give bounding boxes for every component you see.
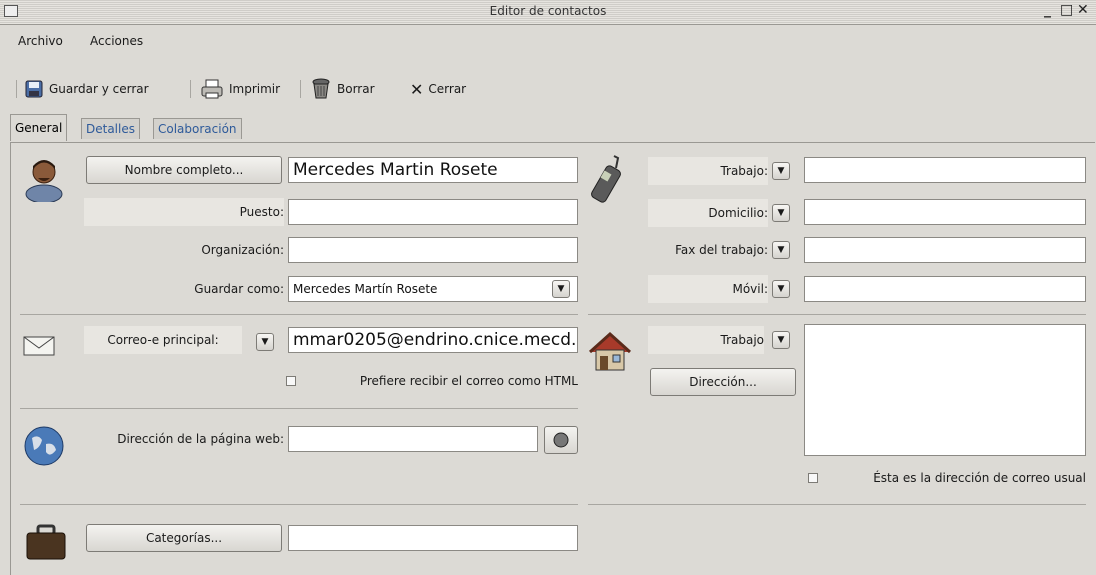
phone-movil-label: Móvil: [648, 275, 768, 303]
guardar-como-dropdown-icon[interactable]: ▼ [552, 280, 570, 298]
envelope-icon [23, 336, 55, 356]
address-button[interactable]: Dirección... [650, 368, 796, 396]
menu-acciones[interactable]: Acciones [90, 34, 143, 48]
phone-trabajo-label: Trabajo: [648, 157, 768, 185]
close-label: Cerrar [428, 82, 467, 96]
close-button[interactable]: ✕ Cerrar [410, 78, 466, 100]
web-label: Dirección de la página web: [117, 432, 284, 446]
web-field[interactable] [288, 426, 538, 452]
email-label: Correo-e principal: [84, 326, 242, 354]
save-close-button[interactable]: Guardar y cerrar [24, 78, 149, 100]
phone-domicilio-field[interactable] [804, 199, 1086, 225]
printer-icon [201, 79, 223, 99]
minimize-button[interactable]: _ [1044, 2, 1051, 18]
title-bar: Editor de contactos _ □ ✕ [0, 0, 1096, 25]
separator [20, 314, 578, 315]
print-button[interactable]: Imprimir [200, 78, 280, 100]
person-icon [25, 160, 63, 202]
trash-icon [312, 78, 330, 99]
organizacion-field[interactable] [288, 237, 578, 263]
floppy-icon [25, 80, 43, 98]
globe-small-icon [553, 432, 569, 448]
puesto-label: Puesto: [84, 198, 284, 226]
puesto-field[interactable] [288, 199, 578, 225]
email-field[interactable]: mmar0205@endrino.cnice.mecd.es [288, 327, 578, 353]
usual-address-label: Ésta es la dirección de correo usual [873, 471, 1086, 485]
save-close-label: Guardar y cerrar [49, 82, 149, 96]
separator [20, 408, 578, 409]
guardar-como-field[interactable]: Mercedes Martín Rosete [288, 276, 578, 302]
separator [588, 504, 1086, 505]
separator [20, 504, 578, 505]
phone-fax-label: Fax del trabajo: [675, 243, 768, 257]
phone-domicilio-label: Domicilio: [648, 199, 768, 227]
guardar-como-label: Guardar como: [194, 282, 284, 296]
close-x-icon: ✕ [410, 79, 424, 99]
toolbar-separator [16, 80, 17, 98]
menu-archivo[interactable]: Archivo [18, 34, 63, 48]
tab-colaboracion[interactable]: Colaboración [153, 118, 242, 139]
separator [588, 314, 1086, 315]
delete-label: Borrar [337, 82, 375, 96]
print-label: Imprimir [229, 82, 281, 96]
tab-general[interactable]: General [10, 114, 68, 141]
html-pref-checkbox[interactable] [286, 376, 296, 386]
organizacion-label: Organización: [201, 243, 284, 257]
toolbar: Guardar y cerrar Imprimir Borrar ✕ Cerra… [0, 74, 1096, 102]
phone-movil-dropdown-icon[interactable]: ▼ [772, 280, 790, 298]
phone-trabajo-field[interactable] [804, 157, 1086, 183]
phone-trabajo-dropdown-icon[interactable]: ▼ [772, 162, 790, 180]
mobile-phone-icon [591, 155, 621, 203]
toolbar-separator [190, 80, 191, 98]
house-icon [588, 331, 632, 371]
phone-movil-field[interactable] [804, 276, 1086, 302]
address-type-label: Trabajo [648, 326, 764, 354]
close-window-button[interactable]: ✕ [1077, 2, 1089, 18]
globe-icon [24, 426, 64, 466]
phone-domicilio-dropdown-icon[interactable]: ▼ [772, 204, 790, 222]
window-title: Editor de contactos [489, 4, 607, 18]
categories-field[interactable] [288, 525, 578, 551]
usual-address-checkbox[interactable] [808, 473, 818, 483]
tab-detalles[interactable]: Detalles [81, 118, 140, 139]
html-pref-label: Prefiere recibir el correo como HTML [359, 374, 578, 388]
address-textarea[interactable] [804, 324, 1086, 456]
toolbar-separator [300, 80, 301, 98]
email-type-dropdown-icon[interactable]: ▼ [256, 333, 274, 351]
open-web-button[interactable] [544, 426, 578, 454]
maximize-button[interactable]: □ [1060, 2, 1073, 18]
briefcase-icon [26, 524, 66, 560]
categories-button[interactable]: Categorías... [86, 524, 282, 552]
delete-button[interactable]: Borrar [310, 78, 375, 100]
phone-fax-dropdown-icon[interactable]: ▼ [772, 241, 790, 259]
full-name-field[interactable]: Mercedes Martin Rosete [288, 157, 578, 183]
address-type-dropdown-icon[interactable]: ▼ [772, 331, 790, 349]
phone-fax-field[interactable] [804, 237, 1086, 263]
full-name-button[interactable]: Nombre completo... [86, 156, 282, 184]
